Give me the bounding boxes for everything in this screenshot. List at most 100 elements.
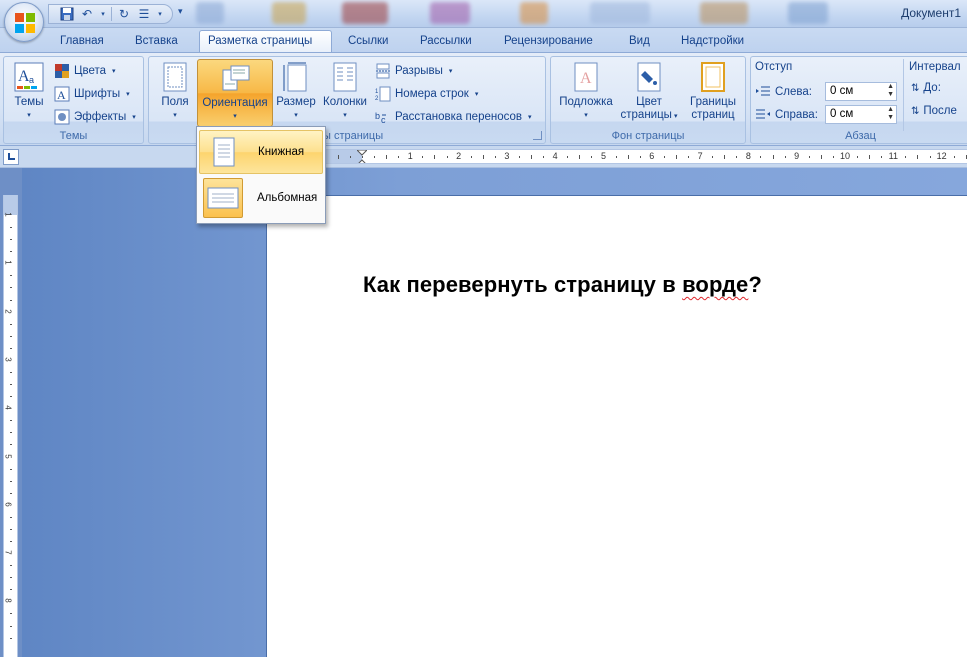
ruler-tick bbox=[10, 239, 12, 241]
tab-addins[interactable]: Надстройки bbox=[673, 31, 752, 52]
ruler-tick bbox=[337, 155, 339, 159]
ruler-number: 10 bbox=[839, 151, 851, 161]
ruler-tick bbox=[724, 155, 726, 159]
page-color-icon bbox=[633, 61, 665, 93]
tab-selector-button[interactable] bbox=[3, 149, 19, 165]
bullets-icon[interactable]: ☰ bbox=[136, 6, 152, 22]
ruler-tick bbox=[736, 156, 738, 158]
line-numbers-label: Номера строк bbox=[395, 88, 469, 100]
ruler-tick bbox=[543, 156, 545, 158]
right-indent-label: Справа: bbox=[775, 108, 818, 121]
tab-insert[interactable]: Вставка bbox=[127, 31, 186, 52]
chevron-down-icon: ▾ bbox=[126, 91, 130, 98]
ruler-tick bbox=[386, 155, 388, 159]
ruler-tick bbox=[820, 155, 822, 159]
ruler-number: 3 bbox=[3, 357, 13, 362]
chevron-down-icon: ▾ bbox=[584, 112, 588, 119]
office-button[interactable] bbox=[4, 2, 44, 42]
save-icon[interactable] bbox=[59, 6, 75, 22]
ruler-number: 6 bbox=[3, 502, 13, 507]
fonts-button[interactable]: A Шрифты ▾ bbox=[54, 84, 130, 104]
line-numbers-icon: 12 bbox=[375, 86, 391, 102]
right-indent-field: Справа: 0 см ▲ ▼ bbox=[755, 105, 897, 124]
left-indent-input[interactable]: 0 см ▲ ▼ bbox=[825, 82, 897, 101]
ruler-tick bbox=[349, 156, 351, 158]
size-button[interactable]: Размер ▾ bbox=[275, 59, 317, 127]
breaks-button[interactable]: Разрывы ▾ bbox=[375, 61, 452, 81]
effects-icon bbox=[54, 109, 70, 125]
menu-item-landscape[interactable]: Альбомная bbox=[199, 176, 323, 220]
svg-text:1: 1 bbox=[375, 89, 379, 95]
page-color-button[interactable]: Цвет страницы ▾ bbox=[617, 59, 681, 127]
ruler-tick bbox=[663, 156, 665, 158]
columns-button[interactable]: Колонки ▾ bbox=[319, 59, 371, 127]
ruler-tick bbox=[10, 299, 12, 301]
ruler-tick bbox=[10, 384, 12, 386]
right-indent-input[interactable]: 0 см ▲ ▼ bbox=[825, 105, 897, 124]
ruler-tick bbox=[10, 396, 12, 398]
margins-button[interactable]: Поля ▾ bbox=[155, 59, 195, 127]
quick-access-toolbar: ↶ ▾ ↻ ☰ ▾ bbox=[48, 4, 173, 24]
breaks-label: Разрывы bbox=[395, 65, 443, 77]
orientation-button[interactable]: Ориентация ▾ bbox=[197, 59, 273, 127]
vertical-ruler[interactable]: 1 1 2 3 4 5 6 7 8 bbox=[3, 195, 18, 657]
ruler-tick bbox=[518, 156, 520, 158]
left-indent-label: Слева: bbox=[775, 85, 812, 98]
ruler-tick bbox=[917, 155, 919, 159]
ruler-tick bbox=[10, 516, 12, 518]
spinner-arrows-icon[interactable]: ▲ ▼ bbox=[887, 83, 894, 99]
separator bbox=[111, 7, 112, 21]
left-indent-field: Слева: 0 см ▲ ▼ bbox=[755, 82, 897, 101]
customize-qat-icon[interactable]: ▾ bbox=[178, 6, 188, 20]
document-heading[interactable]: Как перевернуть страницу в ворде? bbox=[363, 272, 762, 298]
hyphenation-button[interactable]: bc Расстановка переносов ▾ bbox=[375, 107, 532, 127]
horizontal-ruler[interactable]: 1 2 3 4 5 6 7 8 9 10 11 12 bbox=[268, 149, 967, 164]
size-label: Размер bbox=[276, 96, 316, 108]
watermark-label: Подложка bbox=[559, 96, 613, 108]
ruler-tick bbox=[10, 613, 12, 615]
effects-button[interactable]: Эффекты ▾ bbox=[54, 107, 136, 127]
right-indent-value: 0 см bbox=[830, 108, 854, 120]
heading-text: Как перевернуть страницу в bbox=[363, 272, 683, 297]
indent-label: Отступ bbox=[755, 61, 793, 73]
ruler-number: 2 bbox=[456, 151, 462, 161]
tab-home[interactable]: Главная bbox=[52, 31, 112, 52]
ruler-number: 8 bbox=[3, 598, 13, 604]
tab-mailings[interactable]: Рассылки bbox=[412, 31, 480, 52]
chevron-down-icon: ▾ bbox=[27, 112, 31, 119]
line-numbers-button[interactable]: 12 Номера строк ▾ bbox=[375, 84, 478, 104]
ruler-tick bbox=[10, 227, 12, 229]
blurred-area bbox=[196, 2, 224, 24]
ruler-number: 7 bbox=[3, 550, 13, 555]
redo-icon[interactable]: ↻ bbox=[116, 6, 132, 22]
themes-button[interactable]: Aa Темы ▾ bbox=[6, 59, 52, 127]
ruler-tick bbox=[482, 155, 484, 159]
tab-view[interactable]: Вид bbox=[621, 31, 658, 52]
ruler-number: 12 bbox=[936, 151, 947, 161]
ruler-bar: 1 2 3 4 5 6 7 8 9 10 11 12 bbox=[0, 146, 967, 168]
tab-page-layout[interactable]: Разметка страницы bbox=[199, 30, 332, 53]
ruler-number: 3 bbox=[504, 151, 510, 161]
spacing-before-icon: ⇅ bbox=[911, 82, 920, 94]
fonts-icon: A bbox=[54, 86, 70, 102]
menu-item-portrait[interactable]: Книжная bbox=[199, 130, 323, 174]
tab-references[interactable]: Ссылки bbox=[340, 31, 397, 52]
misspelled-word[interactable]: ворде bbox=[682, 272, 748, 297]
undo-icon[interactable]: ↶ bbox=[79, 6, 95, 22]
portrait-page-icon bbox=[204, 132, 244, 172]
document-page[interactable]: Как перевернуть страницу в ворде? bbox=[266, 195, 967, 657]
spinner-arrows-icon[interactable]: ▲ ▼ bbox=[887, 106, 894, 122]
colors-button[interactable]: Цвета ▾ bbox=[54, 61, 116, 81]
indent-marker-icon[interactable] bbox=[356, 150, 368, 163]
tab-review[interactable]: Рецензирование bbox=[496, 31, 601, 52]
bullets-dropdown-icon[interactable]: ▾ bbox=[156, 6, 164, 22]
paragraph-group-label: Абзац bbox=[845, 130, 876, 142]
effects-label: Эффекты bbox=[74, 111, 127, 123]
dialog-launcher-icon[interactable] bbox=[533, 131, 542, 140]
office-logo-icon bbox=[15, 13, 35, 33]
watermark-button[interactable]: A Подложка ▾ bbox=[555, 59, 617, 127]
spacing-before-label: До: bbox=[923, 82, 941, 94]
page-borders-button[interactable]: Границы страниц bbox=[683, 59, 743, 127]
page-borders-label-2: страниц bbox=[691, 109, 735, 121]
undo-dropdown-icon[interactable]: ▾ bbox=[99, 6, 107, 22]
